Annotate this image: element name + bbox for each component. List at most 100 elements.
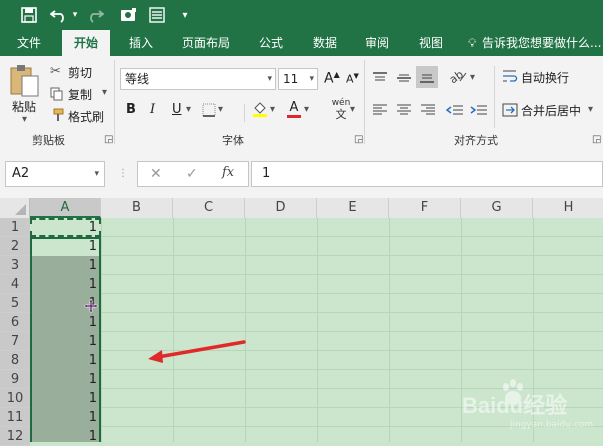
shrink-font-button[interactable]: A▼: [346, 72, 359, 86]
wrap-text-button[interactable]: 自动换行: [521, 69, 569, 86]
tell-me-box[interactable]: 💡︎ 告诉我您想要做什么...: [468, 30, 603, 56]
increase-indent-icon[interactable]: [470, 102, 488, 121]
merge-center-icon: [502, 102, 518, 121]
row-header[interactable]: 9: [0, 370, 30, 389]
tab-formulas[interactable]: 公式: [248, 30, 294, 56]
phonetic-bottom: 文: [335, 108, 347, 121]
underline-dropdown-icon[interactable]: ▾: [186, 104, 191, 115]
tab-file[interactable]: 文件: [6, 30, 52, 56]
tab-page-layout[interactable]: 页面布局: [174, 30, 238, 56]
form-icon[interactable]: [146, 4, 168, 26]
tab-home[interactable]: 开始: [62, 30, 110, 56]
row-headers: 1 2 3 4 5 6 7 8 9 10 11 12: [0, 218, 31, 446]
copy-icon: [50, 86, 64, 105]
cell-value: 1: [88, 220, 97, 235]
borders-dropdown-icon[interactable]: ▾: [218, 104, 223, 115]
phonetic-dropdown-icon[interactable]: ▾: [350, 104, 355, 115]
tab-insert[interactable]: 插入: [118, 30, 164, 56]
underline-button[interactable]: U: [172, 102, 182, 117]
cut-button[interactable]: 剪切: [68, 64, 92, 81]
italic-button[interactable]: I: [150, 102, 155, 117]
grow-font-button[interactable]: A▲: [324, 70, 340, 87]
customize-icon[interactable]: ▾: [178, 4, 192, 26]
row-header[interactable]: 2: [0, 237, 30, 256]
copy-dropdown-icon[interactable]: ▾: [102, 87, 107, 98]
orientation-dropdown-icon[interactable]: ▾: [470, 72, 475, 83]
align-center-icon[interactable]: [396, 102, 412, 121]
row-header[interactable]: 11: [0, 408, 30, 427]
alignment-launcher-icon[interactable]: ◲: [592, 134, 601, 145]
copy-button[interactable]: 复制: [68, 86, 92, 103]
cell-value: 1: [88, 277, 97, 292]
font-launcher-icon[interactable]: ◲: [354, 134, 363, 145]
tab-view[interactable]: 视图: [408, 30, 454, 56]
ribbon-separator: [244, 104, 245, 122]
shrink-font-glyph: A: [346, 72, 354, 86]
font-color-button[interactable]: A: [286, 100, 302, 118]
column-header-b[interactable]: B: [101, 198, 173, 218]
baidu-watermark: Baidu经验 jingyan.baidu.com: [462, 378, 602, 438]
row-header[interactable]: 8: [0, 351, 30, 370]
enter-icon[interactable]: ✓: [186, 166, 198, 182]
merge-dropdown-icon[interactable]: ▾: [588, 104, 593, 115]
font-color-dropdown-icon[interactable]: ▾: [304, 104, 309, 115]
column-header-d[interactable]: D: [245, 198, 317, 218]
paste-button[interactable]: 粘贴: [12, 98, 36, 115]
clipboard-icon[interactable]: [8, 64, 42, 98]
redo-icon[interactable]: [84, 4, 106, 26]
orientation-icon[interactable]: ab: [447, 68, 468, 88]
format-painter-button[interactable]: 格式刷: [68, 108, 104, 125]
row-header[interactable]: 12: [0, 427, 30, 446]
row-header[interactable]: 1: [0, 218, 30, 237]
save-icon[interactable]: [18, 4, 40, 26]
column-header-a[interactable]: A: [30, 198, 101, 218]
cell-value: 1: [88, 429, 97, 444]
cancel-icon[interactable]: ✕: [150, 166, 162, 182]
fill-color-icon[interactable]: [252, 100, 268, 122]
row-header[interactable]: 7: [0, 332, 30, 351]
fill-color-dropdown-icon[interactable]: ▾: [270, 104, 275, 115]
borders-icon[interactable]: [202, 102, 216, 121]
clipboard-launcher-icon[interactable]: ◲: [104, 134, 113, 145]
alignment-group-label: 对齐方式: [454, 134, 498, 147]
font-color-swatch: [287, 115, 301, 118]
align-bottom-icon: [420, 74, 434, 83]
select-all-icon: [15, 204, 26, 215]
touch-mode-icon[interactable]: [118, 4, 140, 26]
tab-data[interactable]: 数据: [302, 30, 348, 56]
align-bottom-button[interactable]: [416, 66, 438, 88]
undo-dropdown-icon[interactable]: ▾: [70, 4, 80, 26]
column-header-c[interactable]: C: [173, 198, 245, 218]
column-header-h[interactable]: H: [533, 198, 603, 218]
font-color-glyph: A: [289, 100, 299, 115]
formula-input[interactable]: 1: [251, 161, 603, 187]
row-header[interactable]: 10: [0, 389, 30, 408]
row-header[interactable]: 4: [0, 275, 30, 294]
row-header[interactable]: 5: [0, 294, 30, 313]
decrease-indent-icon[interactable]: [445, 102, 464, 121]
font-name-select[interactable]: 等线 ▾: [120, 68, 276, 90]
cell-value: 1: [88, 353, 97, 368]
phonetic-guide-button[interactable]: wén 文: [330, 98, 352, 120]
undo-icon[interactable]: [48, 4, 70, 26]
row-header[interactable]: 3: [0, 256, 30, 275]
row-header[interactable]: 6: [0, 313, 30, 332]
grow-font-glyph: A: [324, 70, 334, 87]
column-header-f[interactable]: F: [389, 198, 461, 218]
align-top-icon[interactable]: [372, 70, 388, 89]
align-middle-icon[interactable]: [396, 70, 412, 89]
merge-center-button[interactable]: 合并后居中: [521, 102, 581, 119]
column-header-e[interactable]: E: [317, 198, 389, 218]
bold-button[interactable]: B: [126, 102, 136, 117]
name-box[interactable]: A2 ▾: [5, 161, 105, 187]
align-right-icon[interactable]: [420, 102, 436, 121]
tab-review[interactable]: 审阅: [354, 30, 400, 56]
font-size-select[interactable]: 11 ▾: [278, 68, 318, 90]
column-header-g[interactable]: G: [461, 198, 533, 218]
format-painter-icon: [50, 107, 64, 126]
insert-function-icon[interactable]: fx: [222, 165, 234, 180]
paste-dropdown-icon[interactable]: ▾: [22, 114, 27, 125]
align-left-icon[interactable]: [372, 102, 388, 121]
select-all-button[interactable]: [0, 198, 30, 218]
ribbon-separator: [364, 60, 365, 144]
